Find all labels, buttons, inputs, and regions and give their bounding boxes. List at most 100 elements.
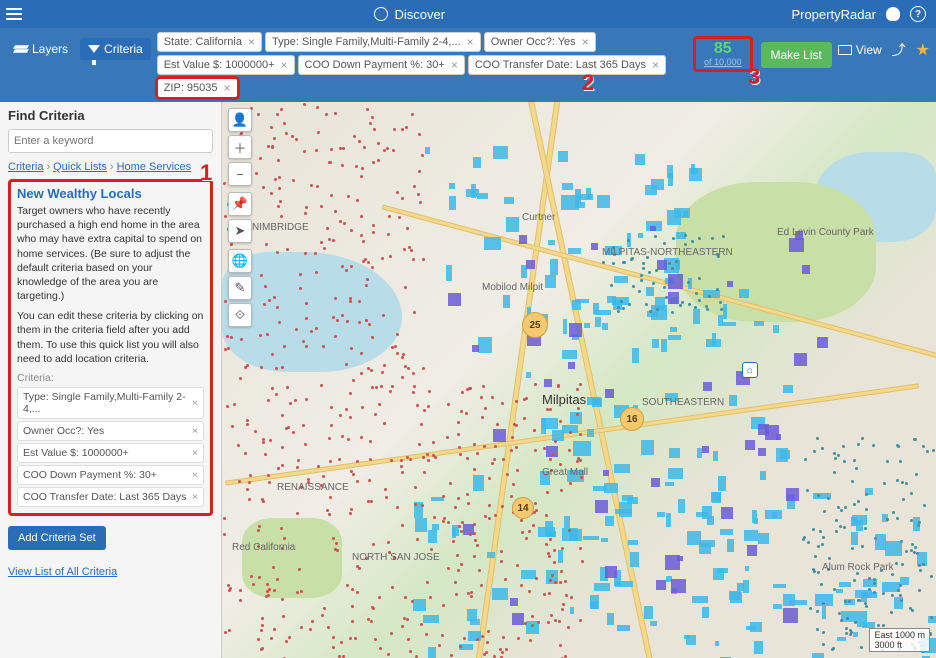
view-button[interactable]: View — [838, 43, 882, 57]
chip-remove-icon[interactable]: × — [281, 58, 288, 72]
home-pin-icon[interactable]: ⌂ — [742, 362, 758, 378]
criteria-item-label: Est Value $: 1000000+ — [23, 447, 129, 459]
criteria-item[interactable]: COO Down Payment %: 30+ × — [17, 465, 204, 485]
layers-label: Layers — [32, 42, 68, 56]
map-label: Alum Rock Park — [822, 562, 894, 573]
criteria-chip[interactable]: State: California × — [157, 32, 262, 52]
chip-remove-icon[interactable]: × — [467, 35, 474, 49]
make-list-button[interactable]: Make List — [761, 42, 832, 68]
criteria-item-label: Owner Occ?: Yes — [23, 425, 104, 437]
page-title: Discover — [28, 7, 791, 22]
annotation-1: 1 — [200, 160, 212, 186]
criteria-list-label: Criteria: — [17, 372, 204, 384]
parcels-layer — [222, 102, 936, 658]
share-icon[interactable]: ⤴ — [892, 40, 906, 60]
remove-criteria-icon[interactable]: × — [192, 397, 198, 409]
criteria-item[interactable]: Owner Occ?: Yes × — [17, 421, 204, 441]
map-label: RENAISSANCE — [277, 482, 349, 493]
pin-tool[interactable]: 📌 — [228, 192, 252, 216]
quick-list-desc1: Target owners who have recently purchase… — [17, 204, 204, 303]
chip-label: Est Value $: 1000000+ — [164, 59, 275, 71]
criteria-chip[interactable]: Est Value $: 1000000+ × — [157, 55, 295, 75]
map-icon — [838, 45, 852, 55]
map-label: Milpitas — [542, 392, 586, 407]
title-text: Discover — [394, 7, 445, 22]
zoom-out-tool[interactable]: − — [228, 162, 252, 186]
breadcrumb-quick-lists[interactable]: Quick Lists — [53, 161, 107, 173]
brand-label: PropertyRadar — [791, 7, 876, 22]
criteria-item[interactable]: COO Transfer Date: Last 365 Days × — [17, 487, 204, 507]
find-criteria-title: Find Criteria — [8, 108, 213, 123]
layers-button[interactable]: Layers — [6, 38, 76, 60]
help-icon[interactable]: ? — [910, 6, 926, 22]
hamburger-icon — [6, 8, 22, 20]
results-count: 85 — [714, 41, 732, 57]
draw-tool[interactable]: ✎ — [228, 276, 252, 300]
map-label: Mobilod Milpit — [482, 282, 543, 293]
map-label: Ed Levin County Park — [777, 227, 874, 238]
remove-criteria-icon[interactable]: × — [192, 425, 198, 437]
star-icon[interactable]: ★ — [916, 40, 930, 60]
breadcrumb-home-services[interactable]: Home Services — [117, 161, 192, 173]
chip-label: COO Down Payment %: 30+ — [305, 59, 445, 71]
zoom-in-tool[interactable]: ＋ — [228, 135, 252, 159]
add-criteria-set-button[interactable]: Add Criteria Set — [8, 526, 106, 550]
annotation-3: 3 — [748, 64, 760, 90]
breadcrumb: Criteria›Quick Lists›Home Services — [8, 161, 213, 173]
criteria-item[interactable]: Type: Single Family,Multi-Family 2-4,...… — [17, 387, 204, 419]
results-count-box[interactable]: 85 of 10,000 — [693, 36, 753, 72]
globe-tool[interactable]: 🌐 — [228, 249, 252, 273]
cluster-marker[interactable]: 14 — [512, 497, 534, 519]
criteria-chip[interactable]: Type: Single Family,Multi-Family 2-4,...… — [265, 32, 481, 52]
chip-label: Owner Occ?: Yes — [491, 36, 576, 48]
chip-remove-icon[interactable]: × — [652, 58, 659, 72]
map-label: Great Mall — [542, 467, 588, 478]
layers-icon — [14, 44, 28, 54]
quick-list-desc2: You can edit these criteria by clicking … — [17, 309, 204, 366]
criteria-chip[interactable]: COO Down Payment %: 30+ × — [298, 55, 465, 75]
map-label: MILPITAS-NORTHEASTERN — [602, 247, 733, 258]
cluster-marker[interactable]: 25 — [522, 312, 548, 338]
map-label: NIMBRIDGE — [252, 222, 309, 233]
scale-top: East 1000 m — [874, 630, 925, 640]
criteria-chip[interactable]: COO Transfer Date: Last 365 Days × — [468, 55, 666, 75]
view-label: View — [856, 43, 882, 57]
remove-criteria-icon[interactable]: × — [192, 469, 198, 481]
criteria-item-label: COO Transfer Date: Last 365 Days — [23, 491, 186, 503]
view-all-criteria-link[interactable]: View List of All Criteria — [8, 566, 213, 578]
quick-list-title: New Wealthy Locals — [17, 186, 204, 201]
criteria-item[interactable]: Est Value $: 1000000+ × — [17, 443, 204, 463]
map-tools: 👤 ＋ − 📌 ➤ 🌐 ✎ ⟐ — [228, 108, 252, 327]
person-tool[interactable]: 👤 — [228, 108, 252, 132]
chip-remove-icon[interactable]: × — [582, 35, 589, 49]
layers-tool[interactable]: ⟐ — [228, 303, 252, 327]
remove-criteria-icon[interactable]: × — [192, 447, 198, 459]
map-label: NORTH SAN JOSE — [352, 552, 440, 563]
criteria-chips: State: California×Type: Single Family,Mu… — [157, 32, 687, 98]
criteria-item-label: COO Down Payment %: 30+ — [23, 469, 157, 481]
criteria-chip[interactable]: Owner Occ?: Yes × — [484, 32, 596, 52]
map-label: SOUTHEASTERN — [642, 397, 724, 408]
remove-criteria-icon[interactable]: × — [192, 491, 198, 503]
chip-label: COO Transfer Date: Last 365 Days — [475, 59, 646, 71]
breadcrumb-criteria[interactable]: Criteria — [8, 161, 43, 173]
locate-tool[interactable]: ➤ — [228, 219, 252, 243]
map-scale: East 1000 m 3000 ft — [869, 628, 930, 652]
map-label: Curtner — [522, 212, 555, 223]
menu-button[interactable] — [0, 0, 28, 28]
chip-remove-icon[interactable]: × — [224, 81, 231, 95]
cluster-marker[interactable]: 16 — [620, 407, 644, 431]
chip-label: Type: Single Family,Multi-Family 2-4,... — [272, 36, 461, 48]
chip-label: State: California — [164, 36, 242, 48]
search-input[interactable] — [8, 129, 213, 153]
results-subtext: of 10,000 — [704, 57, 742, 67]
globe-icon — [374, 7, 388, 21]
criteria-item-label: Type: Single Family,Multi-Family 2-4,... — [23, 391, 192, 415]
criteria-chip[interactable]: ZIP: 95035 × — [157, 78, 238, 98]
chip-label: ZIP: 95035 — [164, 82, 218, 94]
chip-remove-icon[interactable]: × — [451, 58, 458, 72]
criteria-button[interactable]: Criteria — [80, 38, 151, 60]
map-canvas[interactable]: ⌂ 25 16 14 Milpitas Curtner Mobilod Milpit Ed… — [222, 102, 936, 658]
user-icon[interactable] — [886, 7, 900, 21]
chip-remove-icon[interactable]: × — [248, 35, 255, 49]
